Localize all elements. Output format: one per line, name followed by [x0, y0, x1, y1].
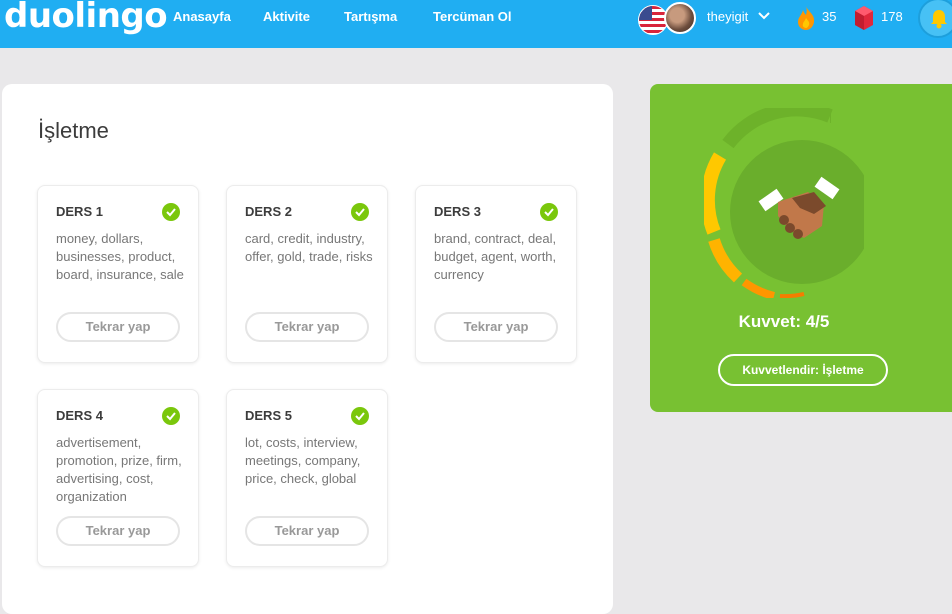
lesson-words: money, dollars, businesses, product, boa… [56, 231, 184, 282]
skill-strength-panel: Kuvvet: 4/5 Kuvvetlendir: İşletme [650, 84, 952, 412]
strengthen-skill-button[interactable]: Kuvvetlendir: İşletme [718, 354, 888, 386]
lesson-label: DERS 2 [245, 204, 292, 219]
notification-bell-icon[interactable] [918, 0, 952, 38]
lesson-card: DERS 5 lot, costs, interview, meetings, … [226, 389, 388, 567]
skill-title: İşletme [38, 118, 109, 143]
redo-lesson-button[interactable]: Tekrar yap [245, 312, 369, 342]
top-navigation-bar: duolingo Anasayfa Aktivite Tartışma Terc… [0, 0, 952, 48]
lesson-words: card, credit, industry, offer, gold, tra… [245, 231, 373, 264]
nav-home[interactable]: Anasayfa [173, 9, 231, 24]
lesson-words: advertisement, promotion, prize, firm, a… [56, 435, 182, 504]
lesson-words: brand, contract, deal, budget, agent, wo… [434, 231, 557, 282]
gem-icon[interactable] [853, 4, 875, 32]
nav-translator[interactable]: Tercüman Ol [433, 9, 512, 24]
avatar[interactable] [664, 2, 696, 34]
strength-ring-segment-orange [741, 278, 776, 298]
streak-count: 35 [822, 9, 837, 24]
strength-ring-segment-gold-2 [708, 238, 743, 283]
strength-ring-segment-gold [704, 152, 727, 235]
lesson-card: DERS 1 money, dollars, businesses, produ… [37, 185, 199, 363]
gem-count: 178 [881, 9, 903, 24]
nav-activity[interactable]: Aktivite [263, 9, 310, 24]
lesson-label: DERS 5 [245, 408, 292, 423]
flame-icon[interactable] [794, 4, 818, 32]
lesson-words: lot, costs, interview, meetings, company… [245, 435, 361, 486]
checkmark-icon [162, 407, 180, 425]
strength-ring-segment-red [779, 292, 805, 298]
strength-ring-segment-empty [722, 108, 833, 149]
checkmark-icon [351, 203, 369, 221]
skill-lessons-panel: İşletme DERS 1 money, dollars, businesse… [2, 84, 613, 614]
language-and-profile[interactable] [638, 2, 700, 36]
username[interactable]: theyigit [707, 9, 748, 24]
lesson-label: DERS 1 [56, 204, 103, 219]
chevron-down-icon[interactable] [757, 8, 771, 25]
checkmark-icon [162, 203, 180, 221]
checkmark-icon [351, 407, 369, 425]
lesson-card: DERS 4 advertisement, promotion, prize, … [37, 389, 199, 567]
lesson-card: DERS 2 card, credit, industry, offer, go… [226, 185, 388, 363]
redo-lesson-button[interactable]: Tekrar yap [56, 312, 180, 342]
lesson-label: DERS 3 [434, 204, 481, 219]
lesson-card: DERS 3 brand, contract, deal, budget, ag… [415, 185, 577, 363]
lesson-label: DERS 4 [56, 408, 103, 423]
strength-ring [704, 108, 864, 298]
redo-lesson-button[interactable]: Tekrar yap [245, 516, 369, 546]
strength-label: Kuvvet: 4/5 [738, 312, 830, 331]
checkmark-icon [540, 203, 558, 221]
duolingo-logo[interactable]: duolingo [4, 0, 168, 36]
redo-lesson-button[interactable]: Tekrar yap [434, 312, 558, 342]
nav-discussion[interactable]: Tartışma [344, 9, 397, 24]
redo-lesson-button[interactable]: Tekrar yap [56, 516, 180, 546]
